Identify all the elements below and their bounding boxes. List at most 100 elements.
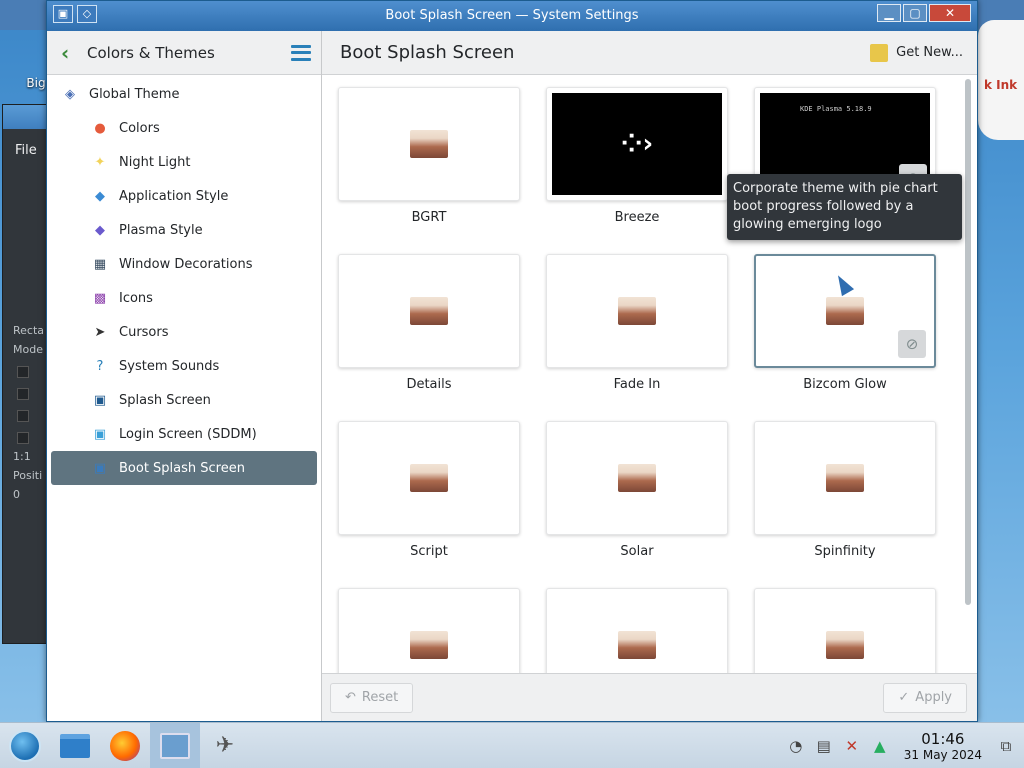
theme-item[interactable]: Spinfinity: [754, 421, 936, 588]
content-panel: Boot Splash Screen Get New... BGRT ⁘› Bree…: [322, 31, 977, 721]
theme-label: Fade In: [613, 377, 661, 392]
image-placeholder-icon: [410, 464, 448, 492]
hamburger-menu-icon[interactable]: [291, 44, 311, 61]
theme-card[interactable]: [338, 87, 520, 201]
sidebar-item[interactable]: ? System Sounds: [47, 349, 321, 383]
sidebar-item[interactable]: ▩ Icons: [47, 281, 321, 315]
sidebar: ‹ Colors & Themes ◈ Global Theme ● Colors ✦ N…: [47, 31, 322, 721]
sidebar-item-label: Window Decorations: [119, 256, 253, 272]
minimize-button[interactable]: ▁: [877, 4, 901, 22]
sidebar-item[interactable]: ➤ Cursors: [47, 315, 321, 349]
sidebar-item[interactable]: ✦ Night Light: [47, 145, 321, 179]
theme-item[interactable]: Fade In: [546, 254, 728, 421]
taskbar-firefox[interactable]: [100, 723, 150, 768]
night-light-icon: ✦: [94, 154, 106, 170]
colors-icon: ●: [94, 120, 106, 136]
preview-text: KDE Plasma 5.18.9: [800, 105, 872, 113]
background-file-menu[interactable]: File: [3, 129, 47, 158]
taskbar: ✈ ◔ ▤ ✕ ▲ 01:46 31 May 2024 ⧉: [0, 722, 1024, 768]
theme-label: Script: [410, 544, 448, 559]
image-placeholder-icon: [618, 464, 656, 492]
background-checkbox[interactable]: [17, 366, 29, 378]
background-text: Positi: [13, 469, 43, 482]
theme-card[interactable]: [546, 588, 728, 673]
sidebar-nav: ◈ Global Theme ● Colors ✦ Night Light ◆ Applica…: [47, 75, 321, 485]
clock[interactable]: 01:46 31 May 2024: [904, 730, 982, 762]
theme-label: Bizcom Glow: [803, 377, 887, 392]
theme-label: BGRT: [411, 210, 447, 225]
scrollbar[interactable]: [965, 79, 971, 605]
taskbar-file-manager[interactable]: [50, 723, 100, 768]
splash-screen-icon: ▣: [93, 392, 107, 408]
theme-card[interactable]: ⁘›: [546, 87, 728, 201]
airplane-icon: ✈: [215, 733, 235, 758]
start-orb-icon: [9, 729, 41, 762]
background-checkbox[interactable]: [17, 410, 29, 422]
sidebar-item[interactable]: ▦ Window Decorations: [47, 247, 321, 281]
close-button[interactable]: ✕: [929, 4, 971, 22]
theme-card[interactable]: [546, 421, 728, 535]
background-checkbox[interactable]: [17, 432, 29, 444]
theme-label: Solar: [620, 544, 654, 559]
theme-item[interactable]: [754, 588, 936, 673]
sidebar-item[interactable]: ◆ Application Style: [47, 179, 321, 213]
window-titlebar[interactable]: ▣ ◇ Boot Splash Screen — System Settings…: [47, 1, 977, 31]
sidebar-item-label: Night Light: [119, 154, 191, 170]
reset-button[interactable]: ↶ Reset: [330, 682, 414, 713]
uninstall-icon[interactable]: ⊘: [898, 330, 926, 358]
theme-card[interactable]: [754, 588, 936, 673]
arrow-up-icon[interactable]: ▲: [870, 736, 890, 756]
maximize-button[interactable]: ▢: [903, 4, 927, 22]
sidebar-title[interactable]: Colors & Themes: [87, 44, 291, 62]
sidebar-item[interactable]: ▣ Splash Screen: [47, 383, 321, 417]
folder-icon: [60, 733, 90, 758]
start-button[interactable]: [0, 723, 50, 768]
checkmark-icon: ✓: [898, 690, 910, 705]
theme-card[interactable]: [546, 254, 728, 368]
sidebar-item[interactable]: ▣ Boot Splash Screen: [51, 451, 317, 485]
theme-item[interactable]: BGRT: [338, 87, 520, 254]
theme-item[interactable]: Details: [338, 254, 520, 421]
sidebar-item-label: Icons: [119, 290, 153, 306]
theme-label: Details: [406, 377, 452, 392]
system-settings-icon: [160, 732, 190, 759]
content-header: Boot Splash Screen Get New...: [322, 31, 977, 75]
notes-icon[interactable]: ▤: [814, 736, 834, 756]
back-arrow-icon[interactable]: ‹: [61, 41, 81, 65]
theme-item[interactable]: Solar: [546, 421, 728, 588]
theme-item[interactable]: [546, 588, 728, 673]
taskbar-system-settings[interactable]: [150, 722, 200, 768]
sidebar-item[interactable]: ▣ Login Screen (SDDM): [47, 417, 321, 451]
background-right-text: k Ink: [984, 78, 1018, 92]
background-window-titlebar[interactable]: [3, 105, 47, 129]
global-theme-icon: ◈: [65, 86, 75, 102]
background-window[interactable]: File Recta Mode 1:1 Positi 0: [2, 104, 48, 644]
clipboard-icon[interactable]: ◔: [786, 736, 806, 756]
get-new-label: Get New...: [896, 45, 963, 60]
image-placeholder-icon: [618, 631, 656, 659]
volume-muted-icon[interactable]: ✕: [842, 736, 862, 756]
window-title: Boot Splash Screen — System Settings: [385, 8, 639, 23]
background-checkbox[interactable]: [17, 388, 29, 400]
sidebar-item[interactable]: ● Colors: [47, 111, 321, 145]
theme-item[interactable]: Script: [338, 421, 520, 588]
theme-item[interactable]: [338, 588, 520, 673]
sidebar-item-label: Application Style: [119, 188, 229, 204]
cursors-icon: ➤: [94, 324, 106, 340]
firefox-icon: [110, 730, 140, 761]
theme-item[interactable]: ⁘› Breeze: [546, 87, 728, 254]
theme-card[interactable]: [338, 254, 520, 368]
taskbar-app[interactable]: ✈: [200, 723, 250, 768]
apply-button[interactable]: ✓ Apply: [883, 682, 967, 713]
theme-card[interactable]: ⊘: [754, 254, 936, 368]
sidebar-item[interactable]: ◈ Global Theme: [47, 77, 321, 111]
sidebar-item-label: Global Theme: [89, 86, 180, 102]
theme-card[interactable]: [338, 588, 520, 673]
sidebar-item[interactable]: ◆ Plasma Style: [47, 213, 321, 247]
theme-card[interactable]: [754, 421, 936, 535]
theme-label: Breeze: [614, 210, 660, 225]
theme-card[interactable]: [338, 421, 520, 535]
get-new-button[interactable]: Get New...: [870, 43, 963, 62]
image-placeholder-icon: [410, 297, 448, 325]
show-desktop-icon[interactable]: ⧉: [996, 736, 1016, 756]
